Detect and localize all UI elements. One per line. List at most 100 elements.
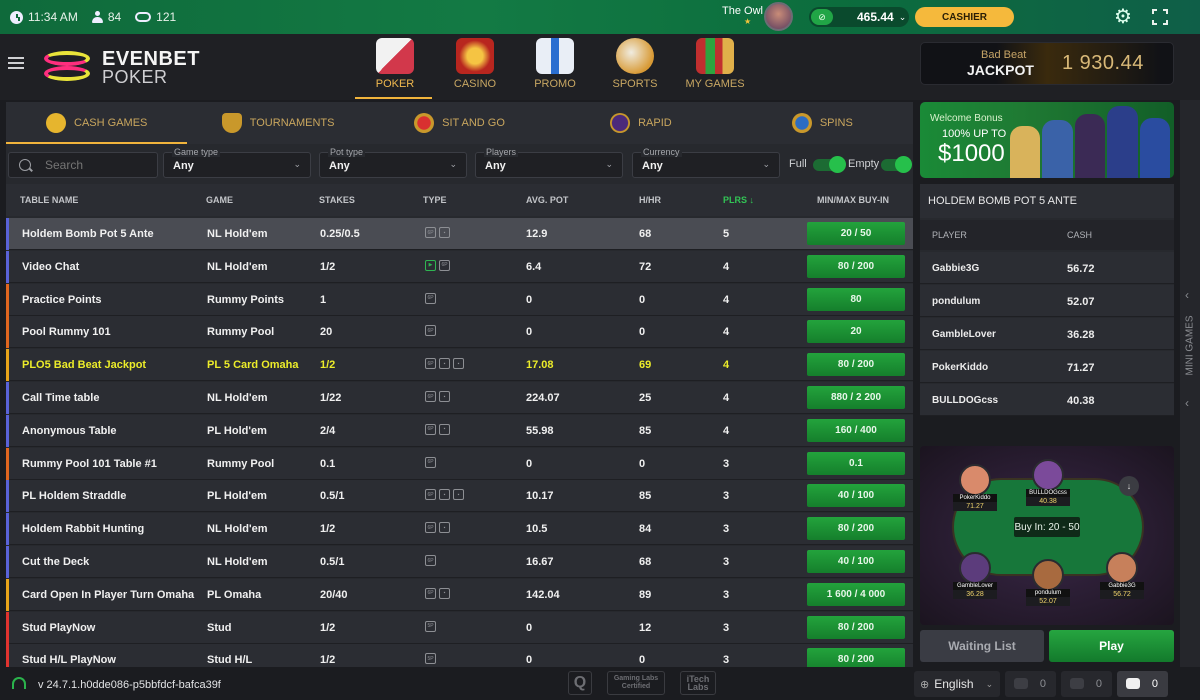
current-time: 11:34 AM — [28, 10, 78, 24]
tab-cash-games[interactable]: CASH GAMES — [6, 102, 188, 144]
table-row[interactable]: Cut the Deck NL Hold'em 0.5/1 16.67 68 3 6P 40 … — [6, 546, 913, 578]
cards-icon: ▪ — [439, 489, 450, 501]
evenbet-poker-logo[interactable]: EVENBET POKER — [44, 47, 199, 87]
game-color-marker — [6, 349, 9, 382]
timer-icon: ▪ — [439, 391, 450, 402]
tab-rapid[interactable]: RAPID — [550, 102, 731, 144]
game-name: PL Omaha — [207, 588, 262, 601]
table-preview[interactable]: Buy In: 20 - 50 ↓ PokerKiddo 71.27 BULLDO… — [920, 446, 1174, 625]
open-tables-counter[interactable]: 0 — [1005, 671, 1056, 697]
nav-promo[interactable]: PROMO — [515, 34, 595, 96]
nav-poker[interactable]: POKER — [355, 34, 435, 99]
download-icon[interactable]: ↓ — [1119, 476, 1139, 496]
table-row[interactable]: Call Time table NL Hold'em 1/22 224.07 25 4 6P… — [6, 382, 913, 414]
buy-in-button[interactable]: 80 / 200 — [807, 648, 905, 667]
player-name: GambleLover — [932, 329, 996, 340]
game-name: NL Hold'em — [207, 228, 268, 240]
buy-in-button[interactable]: 160 / 400 — [807, 418, 905, 442]
tournaments-counter[interactable]: 0 — [1061, 671, 1112, 697]
empty-toggle[interactable] — [881, 156, 912, 173]
tab-spins[interactable]: SPINS — [732, 102, 913, 144]
balance-selector[interactable]: ⊘ 465.44 ⌄ — [809, 7, 909, 27]
bad-beat-jackpot[interactable]: Bad Beat JACKPOT 1 930.44 — [920, 42, 1174, 85]
welcome-bonus-banner[interactable]: Welcome Bonus 100% UP TO $1000 — [920, 102, 1174, 178]
table-row[interactable]: Rummy Pool 101 Table #1 Rummy Pool 0.1 0 0 3 6… — [6, 447, 913, 480]
table-row[interactable]: Holdem Rabbit Hunting NL Hold'em 1/2 10.5 84… — [6, 513, 913, 546]
fullscreen-icon[interactable] — [1152, 9, 1168, 25]
poker-table-icon — [135, 12, 152, 22]
nav-casino[interactable]: CASINO — [435, 34, 515, 96]
buy-in-button[interactable]: 40 / 100 — [807, 484, 905, 508]
tab-tournaments[interactable]: TOURNAMENTS — [187, 102, 368, 144]
user-avatar[interactable] — [764, 2, 793, 31]
chevron-left-icon[interactable]: ‹ — [1185, 396, 1189, 410]
chevron-down-icon: ⌄ — [762, 159, 770, 169]
play-button[interactable]: Play — [1049, 630, 1174, 662]
tab-sit-and-go[interactable]: SIT AND GO — [369, 102, 550, 144]
cashier-button[interactable]: CASHIER — [915, 7, 1014, 27]
dropdown-label: Players — [484, 147, 519, 157]
dropdown-label: Game type — [172, 147, 221, 157]
buy-in-button[interactable]: 1 600 / 4 000 — [807, 582, 905, 606]
table-row[interactable]: Anonymous Table PL Hold'em 2/4 55.98 85 4 6P ▪ 1… — [6, 414, 913, 447]
col-game[interactable]: GAME — [206, 195, 233, 205]
jackpot-amount: 1 930.44 — [1062, 52, 1144, 74]
table-row[interactable]: Card Open In Player Turn Omaha PL Omaha 20… — [6, 578, 913, 611]
chat-counter[interactable]: 0 — [1117, 671, 1168, 697]
buy-in-button[interactable]: 880 / 2 200 — [807, 386, 905, 409]
search-input[interactable] — [45, 158, 145, 172]
buy-in-button[interactable]: 80 / 200 — [807, 254, 905, 278]
col-hands-per-hour[interactable]: H/HR — [639, 195, 661, 205]
username[interactable]: The Owl — [722, 5, 763, 17]
promo-line2: 100% UP TO — [942, 128, 1007, 140]
table-name: Call Time table — [22, 392, 100, 404]
buy-in-button[interactable]: 20 / 50 — [807, 222, 905, 245]
nav-label: PROMO — [534, 78, 576, 90]
full-toggle[interactable] — [813, 156, 846, 173]
buy-in-button[interactable]: 80 / 200 — [807, 615, 905, 639]
col-players-sorted[interactable]: PLRS ↓ — [723, 195, 754, 205]
players-count: 4 — [723, 392, 730, 404]
table-row[interactable]: Video Chat NL Hold'em 1/2 6.4 72 4 ▶ 6P 80 / 200 — [6, 250, 913, 283]
buy-in-button[interactable]: 80 / 200 — [807, 353, 905, 377]
search-field[interactable] — [8, 152, 158, 178]
game-type-dropdown[interactable]: Game type Any ⌄ — [163, 147, 311, 178]
buy-in-button[interactable]: 40 / 100 — [807, 550, 905, 573]
col-buyin[interactable]: MIN/MAX BUY-IN — [817, 195, 889, 205]
mini-games-rail[interactable]: ‹ MINI GAMES ‹ — [1180, 100, 1200, 667]
col-type[interactable]: TYPE — [423, 195, 447, 205]
currency-dropdown[interactable]: Currency Any ⌄ — [632, 147, 780, 178]
full-toggle-label: Full — [789, 158, 807, 170]
hide-balance-icon[interactable]: ⊘ — [811, 9, 833, 25]
version-text: v 24.7.1.h0dde086-p5bbfdcf-bafca39f — [38, 679, 221, 691]
table-row[interactable]: Stud PlayNow Stud 1/2 0 12 3 5P 80 / 200 — [6, 611, 913, 644]
settings-gear-icon[interactable]: ⚙ — [1114, 7, 1134, 27]
buy-in-button[interactable]: 80 — [807, 287, 905, 311]
table-row[interactable]: PL Holdem Straddle PL Hold'em 0.5/1 10.17 85… — [6, 480, 913, 513]
nav-my-games[interactable]: MY GAMES — [675, 34, 755, 96]
table-row[interactable]: Pool Rummy 101 Rummy Pool 20 0 0 4 6P 20 — [6, 316, 913, 349]
buy-in-button[interactable]: 20 — [807, 320, 905, 344]
col-avg-pot[interactable]: AVG. POT — [526, 195, 568, 205]
table-row[interactable]: Stud H/L PlayNow Stud H/L 1/2 0 0 3 5P 80 / 200 — [6, 644, 913, 667]
players-online: 84 — [91, 10, 121, 24]
hands-per-hour: 89 — [639, 588, 652, 601]
table-row[interactable]: PLO5 Bad Beat Jackpot PL 5 Card Omaha 1/2 1… — [6, 349, 913, 382]
avg-pot: 10.17 — [526, 490, 554, 503]
table-row[interactable]: Holdem Bomb Pot 5 Ante NL Hold'em 0.25/0.5… — [6, 218, 913, 250]
trophy-icon — [221, 113, 242, 133]
avg-pot: 0 — [526, 326, 533, 339]
waiting-list-button[interactable]: Waiting List — [920, 630, 1044, 662]
chevron-left-icon[interactable]: ‹ — [1185, 288, 1189, 302]
hamburger-menu-icon[interactable] — [8, 57, 24, 69]
players-dropdown[interactable]: Players Any ⌄ — [475, 147, 623, 178]
table-row[interactable]: Practice Points Rummy Points 1 0 0 4 6P 80 — [6, 283, 913, 316]
pot-type-dropdown[interactable]: Pot type Any ⌄ — [319, 147, 467, 178]
language-selector[interactable]: ⊕ English ⌄ — [914, 671, 1000, 697]
table-name: Card Open In Player Turn Omaha — [22, 588, 195, 601]
col-stakes[interactable]: STAKES — [319, 195, 355, 205]
col-table-name[interactable]: TABLE NAME — [20, 195, 78, 205]
buy-in-button[interactable]: 0.1 — [807, 451, 905, 475]
buy-in-button[interactable]: 80 / 200 — [807, 517, 905, 541]
nav-sports[interactable]: SPORTS — [595, 34, 675, 96]
